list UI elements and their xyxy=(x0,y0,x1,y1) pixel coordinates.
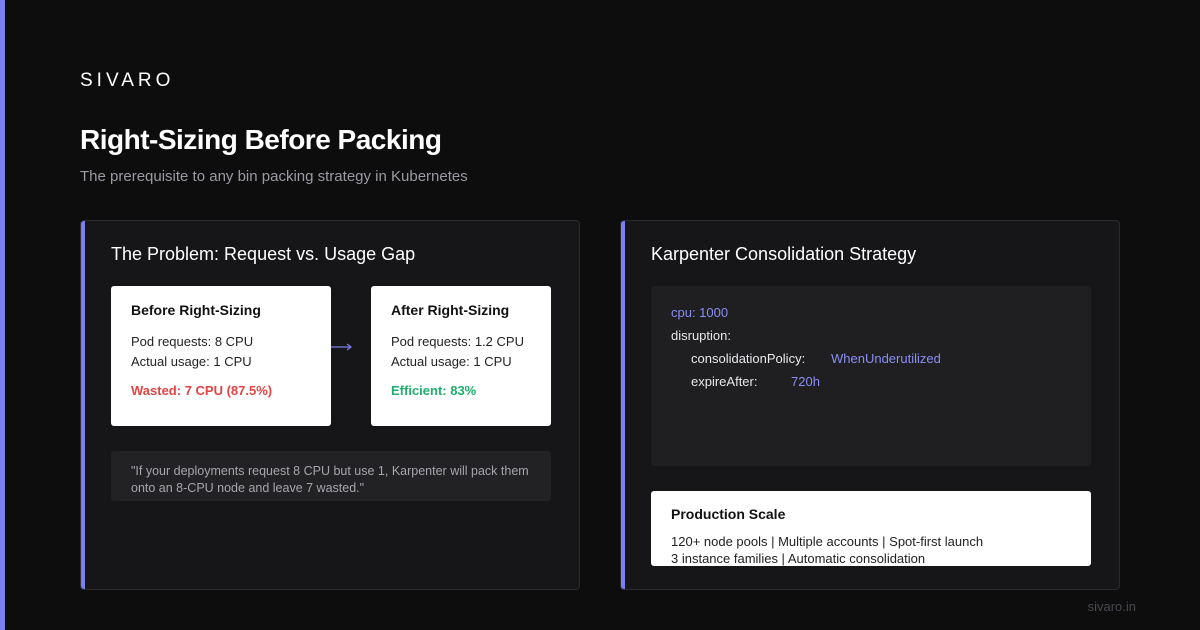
quote-box: "If your deployments request 8 CPU but u… xyxy=(111,451,551,501)
footer-url: sivaro.in xyxy=(1087,599,1136,614)
before-pod-requests: Pod requests: 8 CPU xyxy=(131,334,254,349)
before-right-sizing-card: Before Right-Sizing Pod requests: 8 CPU … xyxy=(111,286,331,426)
code-disruption-key: disruption: xyxy=(671,328,731,343)
scale-line-1: 120+ node pools | Multiple accounts | Sp… xyxy=(671,534,984,549)
code-policy-key: consolidationPolicy: xyxy=(691,351,806,366)
left-accent-bar xyxy=(0,0,5,630)
panel-accent-bar xyxy=(621,221,625,589)
code-expire-key: expireAfter: xyxy=(691,374,758,389)
brand-logo: SIVARO xyxy=(80,70,175,91)
efficient-status: Efficient: 83% xyxy=(391,383,477,398)
wasted-status: Wasted: 7 CPU (87.5%) xyxy=(131,383,273,398)
after-card-heading: After Right-Sizing xyxy=(391,302,510,318)
page-subtitle: The prerequisite to any bin packing stra… xyxy=(80,168,468,185)
scale-card-heading: Production Scale xyxy=(671,506,786,522)
slide: SIVARO Right-Sizing Before Packing The p… xyxy=(0,0,1200,630)
after-pod-requests: Pod requests: 1.2 CPU xyxy=(391,334,524,349)
production-scale-card: Production Scale 120+ node pools | Multi… xyxy=(651,491,1091,566)
strategy-panel-title: Karpenter Consolidation Strategy xyxy=(651,244,917,264)
code-policy-value: WhenUnderutilized xyxy=(831,351,941,366)
before-card-heading: Before Right-Sizing xyxy=(131,302,261,318)
config-code-block: cpu: 1000 disruption: consolidationPolic… xyxy=(651,286,1091,466)
problem-panel-title: The Problem: Request vs. Usage Gap xyxy=(111,244,416,264)
before-actual-usage: Actual usage: 1 CPU xyxy=(131,354,252,369)
page-title: Right-Sizing Before Packing xyxy=(80,124,442,155)
scale-line-2: 3 instance families | Automatic consolid… xyxy=(671,551,926,566)
strategy-panel: Karpenter Consolidation Strategy cpu: 10… xyxy=(620,220,1120,590)
panel-accent-bar xyxy=(81,221,85,589)
after-right-sizing-card: After Right-Sizing Pod requests: 1.2 CPU… xyxy=(371,286,551,426)
arrow-right-icon xyxy=(331,343,352,351)
code-expire-value: 720h xyxy=(791,374,820,389)
problem-panel: The Problem: Request vs. Usage Gap Befor… xyxy=(80,220,580,590)
code-cpu-line: cpu: 1000 xyxy=(671,305,729,320)
after-actual-usage: Actual usage: 1 CPU xyxy=(391,354,512,369)
